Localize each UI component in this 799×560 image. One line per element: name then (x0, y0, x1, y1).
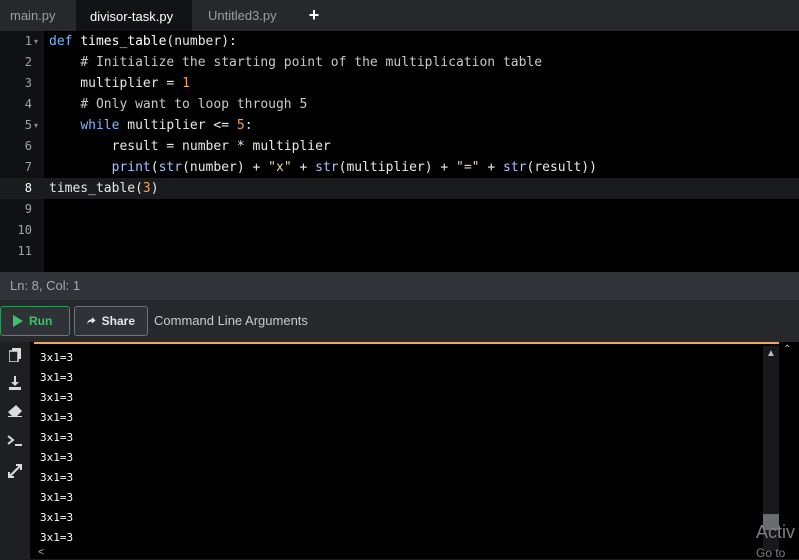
play-icon (13, 315, 23, 327)
console-output-line: 3x1=3 (40, 471, 74, 484)
cursor-position: Ln: 8, Col: 1 (10, 278, 81, 293)
status-bar: Ln: 8, Col: 1 (0, 272, 799, 300)
console-output-line: 3x1=3 (40, 391, 74, 404)
tab-bar: main.py divisor-task.py Untitled3.py + (0, 0, 799, 31)
line-number: 5 (24, 118, 32, 132)
code-line[interactable]: # Only want to loop through 5 (49, 94, 307, 115)
code-token: str (503, 160, 527, 175)
run-button[interactable]: Run (0, 306, 70, 336)
line-number: 9 (24, 202, 32, 216)
line-number: 3 (24, 76, 32, 90)
code-token: (result)) (526, 160, 597, 175)
code-token: times_table (80, 34, 167, 49)
code-token: (number) + (182, 160, 269, 175)
line-number: 2 (24, 55, 32, 69)
code-token: 3 (142, 181, 151, 196)
line-number: 6 (24, 139, 32, 153)
scroll-up-icon[interactable]: ▲ (766, 348, 776, 359)
tab-untitled3-py[interactable]: Untitled3.py (208, 0, 277, 31)
share-icon (87, 317, 96, 325)
code-line[interactable]: # Initialize the starting point of the m… (49, 52, 542, 73)
activation-watermark-sub: Go to (756, 546, 786, 560)
code-token: (multiplier) + (338, 160, 457, 175)
activation-watermark: Activ (756, 522, 796, 542)
fold-toggle-icon[interactable]: ▾ (34, 115, 38, 136)
run-toolbar: Run Share Command Line Arguments (0, 300, 799, 342)
new-tab-button[interactable]: + (305, 4, 323, 26)
code-token: 1 (182, 76, 190, 91)
share-label: Share (101, 314, 135, 328)
line-number: 11 (17, 244, 32, 258)
line-number: 4 (24, 97, 32, 111)
code-token: multiplier = (49, 76, 183, 91)
code-editor[interactable]: 1 ▾ def times_table(number): 2 # Initialize… (0, 31, 799, 272)
code-token: def (49, 34, 73, 49)
console-output-line: 3x1=3 (40, 351, 74, 364)
tab-divisor-task-py[interactable]: divisor-task.py (76, 0, 192, 31)
run-label: Run (29, 314, 53, 328)
terminal-icon[interactable] (6, 434, 24, 452)
code-token: 5 (236, 118, 245, 133)
code-token: str (158, 160, 183, 175)
line-number: 10 (17, 223, 32, 237)
copy-icon[interactable] (6, 348, 24, 366)
line-number: 7 (24, 160, 32, 174)
code-token: "=" (456, 160, 480, 175)
console-output-line: 3x1=3 (40, 411, 74, 424)
scroll-left-icon[interactable]: < (38, 547, 44, 558)
code-token: + (479, 160, 503, 175)
code-token: result = number * multiplier (49, 139, 331, 154)
code-line[interactable]: print(str(number) + "x" + str(multiplier… (49, 157, 597, 178)
code-line[interactable]: while multiplier <= 5: (49, 115, 253, 136)
code-token: ( (150, 160, 159, 175)
console-output-line: 3x1=3 (40, 371, 74, 384)
code-token: (number): (166, 34, 237, 49)
expand-icon[interactable] (6, 464, 24, 482)
console-sidebar (0, 342, 30, 559)
chevron-up-icon[interactable]: ⌃ (783, 344, 791, 355)
code-token: "x" (268, 160, 292, 175)
code-token: str (315, 160, 339, 175)
console-output-line: 3x1=3 (40, 491, 74, 504)
code-line[interactable]: multiplier = 1 (49, 73, 190, 94)
share-button[interactable]: Share (74, 306, 148, 336)
code-token: times_table (49, 181, 136, 196)
console-output-line: 3x1=3 (40, 511, 74, 524)
console-output-line: 3x1=3 (40, 531, 74, 544)
tab-main-py[interactable]: main.py (10, 0, 56, 31)
console-output-line: 3x1=3 (40, 431, 74, 444)
fold-toggle-icon[interactable]: ▾ (34, 31, 38, 52)
code-token: print (111, 160, 151, 175)
console-panel: 3x1=3 3x1=3 3x1=3 3x1=3 3x1=3 3x1=3 3x1=3 3x1=3… (0, 342, 799, 560)
code-line[interactable]: times_table(3) (49, 178, 159, 199)
line-number: 1 (24, 34, 32, 48)
code-line[interactable]: result = number * multiplier (49, 136, 331, 157)
code-token: + (291, 160, 316, 175)
code-token: ) (150, 181, 159, 196)
code-token: ( (135, 181, 143, 196)
code-token: : (244, 118, 253, 133)
console-accent-line (34, 342, 779, 344)
console-output-line: 3x1=3 (40, 451, 74, 464)
code-token: while (80, 118, 120, 133)
eraser-icon[interactable] (6, 404, 24, 422)
code-token: # Only want to loop through 5 (80, 97, 308, 112)
download-icon[interactable] (6, 376, 24, 394)
command-line-arguments-field[interactable]: Command Line Arguments (154, 306, 308, 336)
code-token: # Initialize the starting point of the m… (80, 55, 543, 70)
code-line[interactable]: def times_table(number): (49, 31, 237, 52)
line-number: 8 (24, 181, 32, 195)
code-token: multiplier <= (119, 118, 237, 133)
